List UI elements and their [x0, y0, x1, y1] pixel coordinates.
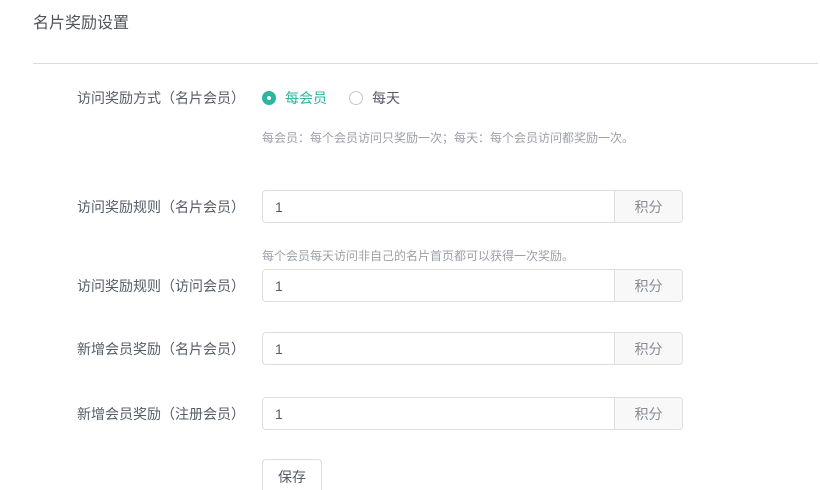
visit-rule-visitor-input[interactable]	[263, 270, 614, 301]
radio-per-day-label: 每天	[372, 88, 400, 108]
radio-per-member[interactable]: 每会员	[262, 88, 327, 108]
visit-mode-label: 访问奖励方式（名片会员）	[33, 89, 245, 107]
new-member-card-input-group: 积分	[262, 332, 683, 365]
new-member-card-input[interactable]	[263, 333, 614, 364]
visit-rule-visitor-label: 访问奖励规则（访问会员）	[33, 277, 245, 295]
form-row-visit-mode: 访问奖励方式（名片会员） 每会员 每天	[33, 88, 818, 108]
unit-addon: 积分	[614, 191, 682, 222]
page-title: 名片奖励设置	[33, 13, 818, 35]
unit-addon: 积分	[614, 270, 682, 301]
radio-selected-icon	[262, 91, 276, 105]
new-member-card-label: 新增会员奖励（名片会员）	[33, 340, 245, 358]
visit-rule-card-label: 访问奖励规则（名片会员）	[33, 198, 245, 216]
form-row-visit-rule-visitor: 访问奖励规则（访问会员） 积分	[33, 269, 818, 302]
form-row-new-member-card: 新增会员奖励（名片会员） 积分	[33, 332, 818, 365]
visit-mode-radio-group: 每会员 每天	[262, 88, 400, 108]
new-member-register-input-group: 积分	[262, 397, 683, 430]
form-row-visit-rule-card: 访问奖励规则（名片会员） 积分	[33, 190, 818, 223]
visit-rule-visitor-input-group: 积分	[262, 269, 683, 302]
radio-unselected-icon	[349, 91, 363, 105]
new-member-register-label: 新增会员奖励（注册会员）	[33, 405, 245, 423]
radio-per-day[interactable]: 每天	[349, 88, 400, 108]
save-button[interactable]: 保存	[262, 459, 322, 490]
divider	[33, 63, 818, 64]
visit-rule-card-input[interactable]	[263, 191, 614, 222]
radio-per-member-label: 每会员	[285, 88, 327, 108]
unit-addon: 积分	[614, 333, 682, 364]
visit-rule-card-input-group: 积分	[262, 190, 683, 223]
save-row: 保存	[262, 459, 818, 490]
form-row-new-member-register: 新增会员奖励（注册会员） 积分	[33, 397, 818, 430]
new-member-register-input[interactable]	[263, 398, 614, 429]
visit-mode-helper-text: 每会员：每个会员访问只奖励一次；每天：每个会员访问都奖励一次。	[262, 130, 818, 146]
visit-rule-visitor-helper-text: 每个会员每天访问非自己的名片首页都可以获得一次奖励。	[262, 248, 818, 264]
unit-addon: 积分	[614, 398, 682, 429]
card-reward-settings-page: 名片奖励设置 访问奖励方式（名片会员） 每会员 每天 每会员：每个会员访问只奖励…	[0, 0, 820, 490]
